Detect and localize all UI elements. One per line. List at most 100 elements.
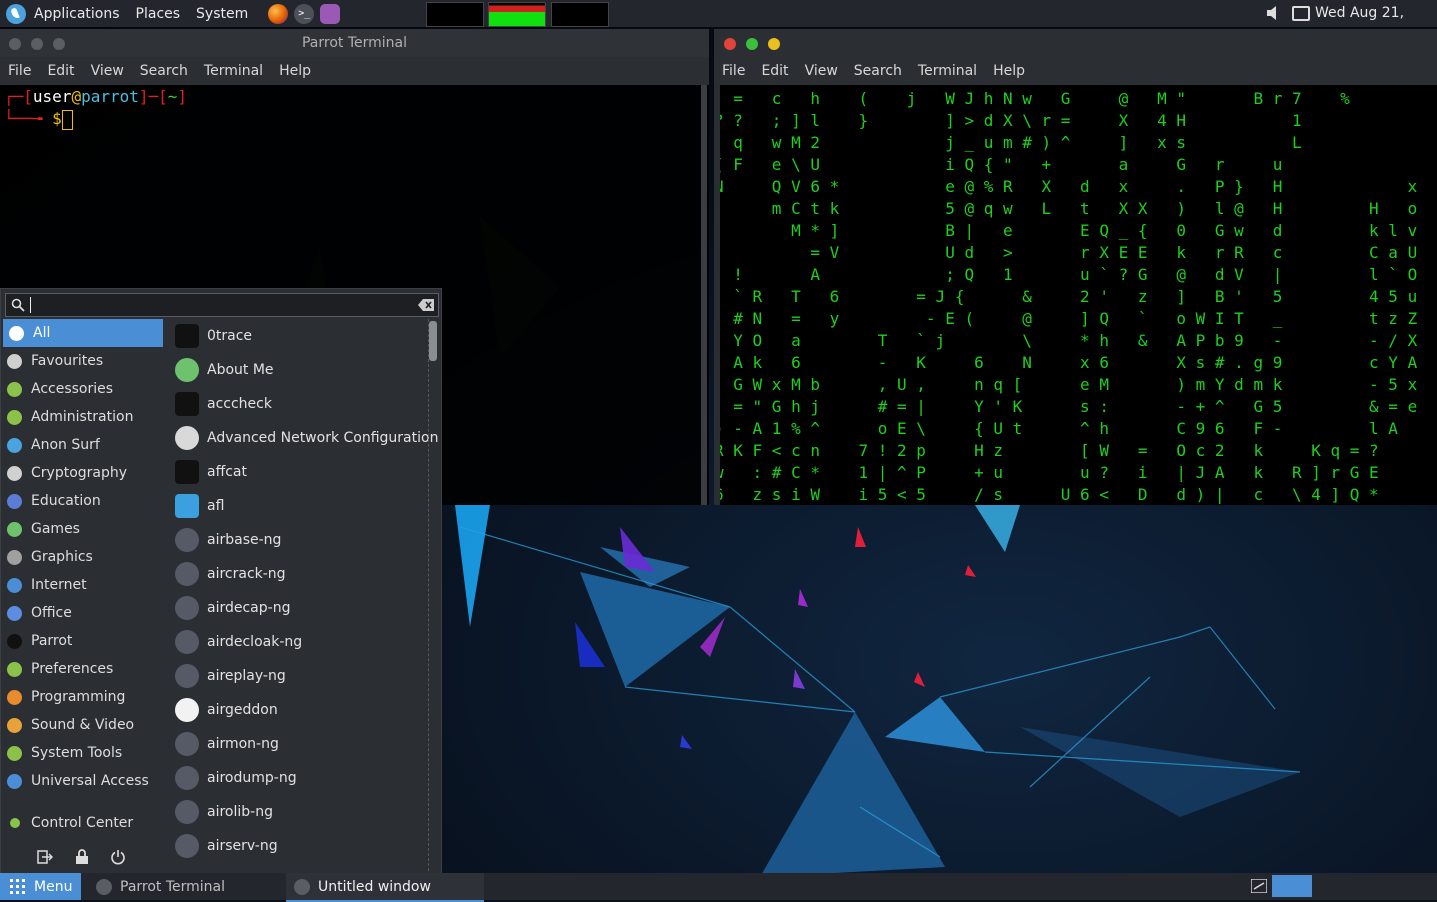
category-item[interactable]: Education	[1, 487, 165, 515]
applications-menu[interactable]: Applications	[26, 0, 128, 27]
category-icon	[7, 353, 22, 369]
category-item[interactable]: Universal Access	[1, 767, 165, 795]
firefox-launcher-icon[interactable]	[268, 3, 289, 24]
app-item[interactable]: airserv-ng	[167, 829, 427, 863]
app-item[interactable]: airgeddon	[167, 693, 427, 727]
category-item[interactable]: Parrot	[1, 627, 165, 655]
category-icon	[7, 633, 22, 649]
app-icon	[175, 324, 199, 348]
menu-file[interactable]: File	[714, 63, 753, 79]
app-item[interactable]: airolib-ng	[167, 795, 427, 829]
system-menu[interactable]: System	[188, 0, 256, 27]
category-item[interactable]: Cryptography	[1, 459, 165, 487]
category-item[interactable]: Favourites	[1, 347, 165, 375]
places-menu[interactable]: Places	[128, 0, 189, 27]
prompt-line-2: └──╼ $	[4, 109, 73, 130]
app-item[interactable]: acccheck	[167, 387, 427, 421]
category-item[interactable]: Anon Surf	[1, 431, 165, 459]
category-item[interactable]: Games	[1, 515, 165, 543]
minimize-button[interactable]	[31, 38, 43, 50]
menu-search[interactable]: Search	[132, 63, 196, 79]
app-item[interactable]: airodump-ng	[167, 761, 427, 795]
menu-help[interactable]: Help	[271, 63, 319, 79]
grid-icon	[10, 878, 25, 894]
app-icon	[175, 800, 199, 824]
category-item[interactable]: Sound & Video	[1, 711, 165, 739]
cmatrix-output: = c h ( j W J h N w G @ M " B r 7 % ? ? …	[714, 89, 1418, 504]
app-item[interactable]: 0trace	[167, 319, 427, 353]
menu-edit[interactable]: Edit	[753, 63, 796, 79]
app-item[interactable]: airdecap-ng	[167, 591, 427, 625]
app-item[interactable]: About Me	[167, 353, 427, 387]
matrix-terminal-window: File Edit View Search Terminal Help = c …	[714, 29, 1437, 505]
maximize-button[interactable]	[53, 38, 65, 50]
menu-search[interactable]: Search	[846, 63, 910, 79]
app-item[interactable]: affcat	[167, 455, 427, 489]
category-item[interactable]: Graphics	[1, 543, 165, 571]
clear-search-icon[interactable]	[418, 299, 434, 311]
workspace-2-thumbnail[interactable]	[488, 2, 546, 27]
parrot-logo-icon[interactable]	[6, 3, 26, 24]
task-untitled-window[interactable]: Untitled window	[286, 873, 484, 902]
app-label: aireplay-ng	[207, 668, 286, 684]
category-label: Graphics	[31, 549, 93, 565]
app-item[interactable]: airbase-ng	[167, 523, 427, 557]
close-button[interactable]	[724, 38, 736, 50]
menu-view[interactable]: View	[83, 63, 132, 79]
app-item[interactable]: aireplay-ng	[167, 659, 427, 693]
app-list-scrollbar-thumb[interactable]	[429, 321, 437, 361]
menu-file[interactable]: File	[0, 63, 39, 79]
task-parrot-terminal[interactable]: Parrot Terminal	[88, 873, 278, 900]
menu-edit[interactable]: Edit	[39, 63, 82, 79]
clock[interactable]: Wed Aug 21, 15:35	[1315, 0, 1437, 48]
menu-button[interactable]: Menu	[0, 873, 81, 900]
logout-icon[interactable]	[37, 849, 53, 865]
window-titlebar	[714, 29, 1437, 57]
app-item[interactable]: airmon-ng	[167, 727, 427, 761]
maximize-button[interactable]	[746, 38, 758, 50]
workspace-3-thumbnail[interactable]	[551, 2, 609, 27]
search-field[interactable]	[5, 293, 439, 317]
category-item[interactable]: Administration	[1, 403, 165, 431]
menu-help[interactable]: Help	[985, 63, 1033, 79]
category-item[interactable]: Accessories	[1, 375, 165, 403]
power-icon[interactable]	[110, 849, 126, 865]
minimize-button[interactable]	[768, 38, 780, 50]
app-label: airbase-ng	[207, 532, 282, 548]
scrollbar[interactable]	[701, 85, 707, 505]
category-icon	[7, 605, 22, 621]
app-item[interactable]: afl	[167, 489, 427, 523]
category-item[interactable]: Office	[1, 599, 165, 627]
menu-terminal[interactable]: Terminal	[196, 63, 271, 79]
workspace-1-thumbnail[interactable]	[426, 2, 484, 27]
category-item[interactable]: All	[3, 319, 163, 347]
task-label: Untitled window	[318, 878, 431, 895]
app-item[interactable]: airdecloak-ng	[167, 625, 427, 659]
category-icon	[7, 717, 22, 733]
app-item[interactable]: Advanced Network Configuration	[167, 421, 438, 455]
app-item[interactable]: aircrack-ng	[167, 557, 427, 591]
category-item[interactable]: Programming	[1, 683, 165, 711]
menu-terminal[interactable]: Terminal	[910, 63, 985, 79]
scrollbar[interactable]	[714, 85, 720, 505]
app-list-scroll-track[interactable]	[428, 319, 439, 871]
category-item[interactable]: Preferences	[1, 655, 165, 683]
lock-icon[interactable]	[75, 849, 89, 865]
network-icon[interactable]	[1251, 879, 1267, 893]
category-label: Programming	[31, 689, 126, 705]
category-icon	[7, 577, 22, 593]
close-button[interactable]	[9, 38, 21, 50]
category-item[interactable]: Internet	[1, 571, 165, 599]
terminal-launcher-icon[interactable]: >_	[294, 3, 315, 24]
text-editor-launcher-icon[interactable]	[320, 3, 341, 24]
app-label: acccheck	[207, 396, 272, 412]
terminal-content[interactable]: = c h ( j W J h N w G @ M " B r 7 % ? ? …	[714, 85, 1437, 505]
category-item[interactable]: System Tools	[1, 739, 165, 767]
control-center-item[interactable]: Control Center	[1, 809, 165, 837]
volume-icon[interactable]	[1266, 5, 1280, 21]
display-icon[interactable]	[1292, 6, 1310, 21]
workspace-pager[interactable]	[1272, 875, 1312, 897]
menu-view[interactable]: View	[797, 63, 846, 79]
category-icon	[7, 381, 22, 397]
prompt-user: user	[32, 87, 72, 106]
